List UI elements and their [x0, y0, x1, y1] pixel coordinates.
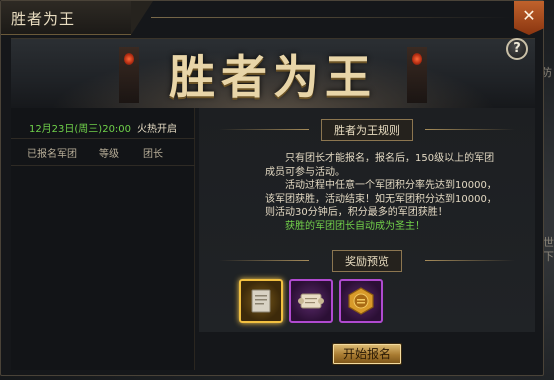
reward-heading: 奖励预览: [332, 250, 402, 272]
reward-item-2[interactable]: [289, 279, 333, 323]
header-ornament-line: [425, 129, 515, 130]
event-dialog: 胜者为王 ✕ 胜者为王 ? 12月23日(周三)20:00 火热开启 已报名军团 …: [0, 0, 544, 376]
start-signup-button[interactable]: 开始报名: [332, 343, 402, 365]
header-ornament-line: [219, 129, 309, 130]
parchment-scroll-icon: [298, 293, 324, 309]
title-bar: 胜者为王: [1, 1, 153, 35]
banner-title: 胜者为王: [169, 50, 377, 104]
event-banner: 胜者为王: [11, 38, 535, 108]
registered-guilds-panel: 12月23日(周三)20:00 火热开启 已报名军团 等级 团长: [11, 108, 195, 370]
coin-badge-icon: [348, 287, 374, 315]
column-header-leader: 团长: [143, 148, 163, 160]
rules-heading: 胜者为王规则: [321, 119, 413, 141]
title-divider: [151, 17, 511, 18]
reward-list: [239, 279, 383, 323]
close-icon: ✕: [522, 6, 536, 25]
header-ornament-line: [425, 260, 515, 261]
rules-paragraph-1: 只有团长才能报名，报名后，150级以上的军团成员可参与活动。: [265, 153, 495, 178]
scroll-document-icon: [251, 289, 271, 313]
rules-section-header: 胜者为王规则: [199, 119, 535, 141]
event-time: 12月23日(周三)20:00: [28, 124, 132, 135]
rules-body: 只有团长才能报名，报名后，150级以上的军团成员可参与活动。 活动过程中任意一个…: [265, 152, 503, 233]
rules-highlight: 获胜的军团团长自动成为圣主！: [285, 220, 425, 232]
question-mark-icon: ?: [513, 41, 521, 56]
event-schedule: 12月23日(周三)20:00 火热开启: [11, 120, 195, 135]
rules-paragraph-2: 活动过程中任意一个军团积分率先达到10000，该军团获胜，活动结束！如无军团积分…: [265, 180, 497, 218]
header-ornament-line: [219, 260, 309, 261]
reward-item-1[interactable]: [239, 279, 283, 323]
close-button[interactable]: ✕: [514, 1, 544, 35]
rules-panel: 胜者为王规则 只有团长才能报名，报名后，150级以上的军团成员可参与活动。 活动…: [199, 108, 535, 332]
window-title: 胜者为王: [11, 10, 76, 28]
background-side-label-2: 世 下: [543, 236, 554, 263]
event-status: 火热开启: [137, 124, 178, 135]
guild-table-header: 已报名军团 等级 团长: [11, 138, 195, 166]
reward-item-3[interactable]: [339, 279, 383, 323]
reward-section-header: 奖励预览: [199, 250, 535, 272]
column-header-guild: 已报名军团: [27, 148, 77, 160]
help-button[interactable]: ?: [506, 38, 528, 60]
column-header-level: 等级: [99, 148, 119, 160]
